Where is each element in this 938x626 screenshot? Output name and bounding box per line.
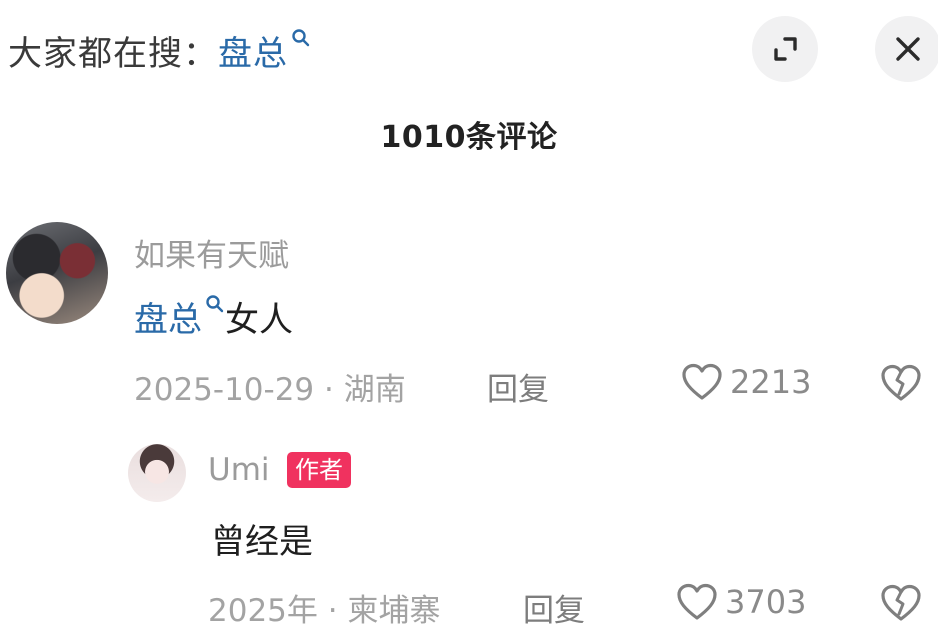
expand-icon (774, 37, 797, 61)
comments-panel: 大家都在搜： 盘总 1010条评论 如果有天赋 盘总 女人 2025-10-29… (0, 0, 938, 626)
dislike-button[interactable] (878, 362, 924, 408)
comment-date-location: 2025年 · 柬埔寨 (208, 593, 441, 626)
comment-body: 女人 (225, 300, 293, 340)
comment-text: 盘总 女人 (134, 292, 293, 341)
broken-heart-icon (881, 584, 921, 621)
expand-button[interactable] (752, 16, 818, 82)
search-prefix: 大家都在搜： (8, 33, 218, 74)
heart-icon (677, 583, 717, 620)
author-badge: 作者 (287, 452, 351, 488)
like-button[interactable]: 2213 (680, 362, 811, 402)
reply-button[interactable]: 回复 (487, 364, 549, 409)
search-icon (292, 28, 310, 46)
avatar[interactable] (6, 222, 108, 324)
search-icon (206, 295, 224, 313)
dislike-button[interactable] (878, 582, 924, 626)
comment-count-title: 1010条评论 (380, 120, 558, 155)
close-button[interactable] (875, 16, 938, 82)
broken-heart-icon (881, 364, 921, 401)
search-term-label: 盘总 (218, 33, 288, 74)
close-icon (896, 37, 920, 61)
avatar[interactable] (128, 444, 186, 502)
search-suggestion: 大家都在搜： 盘总 (8, 22, 311, 78)
search-term-label: 盘总 (134, 300, 202, 340)
like-count: 2213 (730, 363, 812, 401)
comment-text: 曾经是 (211, 514, 313, 563)
heart-icon (682, 363, 722, 400)
reply-button[interactable]: 回复 (523, 585, 585, 626)
like-button[interactable]: 3703 (675, 582, 806, 622)
comment-date-location: 2025-10-29 · 湖南 (134, 372, 406, 408)
comment-body: 曾经是 (211, 522, 313, 562)
like-count: 3703 (725, 583, 807, 621)
comment-username[interactable]: 如果有天赋 (134, 230, 289, 275)
search-term-link[interactable]: 盘总 (218, 26, 311, 75)
search-term-link[interactable]: 盘总 (134, 292, 225, 341)
comment-username[interactable]: Umi (208, 452, 270, 488)
